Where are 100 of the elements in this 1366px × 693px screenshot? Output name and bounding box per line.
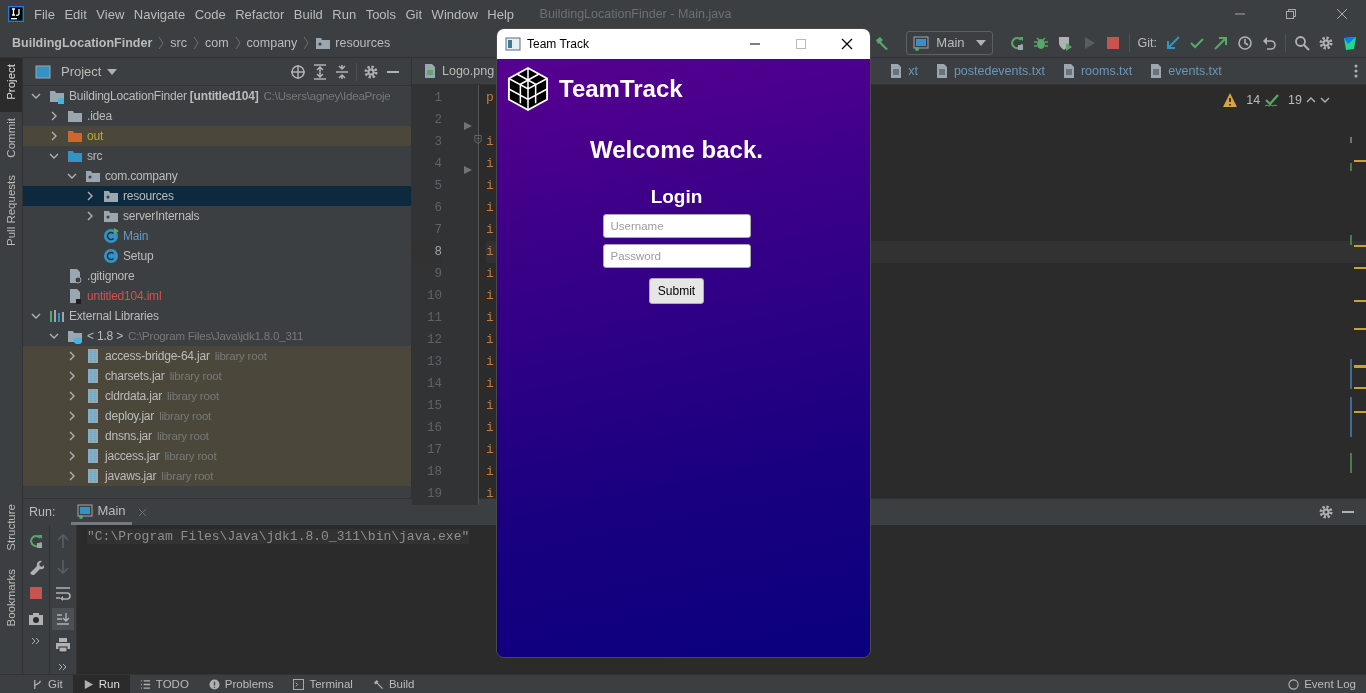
- run-config-dropdown[interactable]: Main: [906, 30, 993, 55]
- arrow-down-left-icon[interactable]: [1165, 34, 1181, 51]
- restore-icon[interactable]: [1285, 8, 1297, 20]
- fold-arrow-icon[interactable]: [464, 166, 472, 174]
- clock-icon[interactable]: [1237, 34, 1253, 51]
- tree-item[interactable]: .idea: [23, 106, 411, 126]
- chevron-down-icon[interactable]: [1320, 95, 1330, 105]
- menu-item[interactable]: Navigate: [133, 6, 186, 22]
- menu-item[interactable]: Help: [487, 6, 515, 22]
- tree-item[interactable]: < 1.8 > C:\Program Files\Java\jdk1.8.0_311: [23, 326, 411, 346]
- tree-item[interactable]: .gitignore: [23, 266, 411, 286]
- submit-button[interactable]: Submit: [648, 278, 705, 304]
- tree-item[interactable]: External Libraries: [23, 306, 411, 326]
- package-folder-icon: [103, 208, 119, 224]
- tool-window-tab[interactable]: Structure: [0, 498, 22, 563]
- settings-icon[interactable]: [363, 63, 379, 80]
- menu-item[interactable]: Window: [431, 6, 478, 22]
- hammer-icon[interactable]: [874, 34, 891, 51]
- settings-icon[interactable]: [1318, 504, 1334, 520]
- event-log-button[interactable]: Event Log: [1278, 675, 1366, 693]
- chevron-up-icon[interactable]: [1306, 95, 1316, 105]
- breadcrumb[interactable]: resources: [335, 35, 391, 50]
- tree-item[interactable]: com.company: [23, 166, 411, 186]
- settings-icon[interactable]: [1318, 34, 1334, 51]
- path-hint: library root: [156, 430, 209, 442]
- scroll-to-end-icon[interactable]: [55, 611, 71, 627]
- tool-window-tab[interactable]: Project: [0, 58, 22, 112]
- search-icon[interactable]: [1294, 34, 1310, 51]
- menu-item[interactable]: Run: [332, 6, 357, 22]
- menu-item[interactable]: Code: [194, 6, 226, 22]
- plugin-logo-icon[interactable]: [1342, 34, 1358, 51]
- close-icon[interactable]: [841, 38, 853, 50]
- tree-item[interactable]: deploy.jar library root: [23, 406, 411, 426]
- print-icon[interactable]: [55, 637, 71, 653]
- tree-item[interactable]: serverInternals: [23, 206, 411, 226]
- tool-window-button[interactable]: Build: [362, 675, 425, 693]
- caret-icon[interactable]: [107, 68, 118, 75]
- menu-item[interactable]: View: [96, 6, 125, 22]
- tree-item[interactable]: dnsns.jar library root: [23, 426, 411, 446]
- expand-all-icon[interactable]: [312, 63, 328, 80]
- tree-item[interactable]: BuildingLocationFinder [untitled104] C:\Users\agney\IdeaProje: [23, 86, 411, 106]
- editor-tab[interactable]: xt: [880, 58, 926, 84]
- code-text: i: [486, 134, 494, 149]
- tree-item[interactable]: access-bridge-64.jar library root: [23, 346, 411, 366]
- breadcrumb[interactable]: BuildingLocationFinder: [12, 35, 153, 50]
- tool-window-button[interactable]: Terminal: [283, 675, 363, 693]
- tree-item[interactable]: Main: [23, 226, 411, 246]
- tree-item[interactable]: Setup: [23, 246, 411, 266]
- menu-item[interactable]: Build: [293, 6, 323, 22]
- breadcrumb[interactable]: com: [204, 35, 229, 50]
- crosshair-icon[interactable]: [290, 63, 306, 80]
- stop-icon[interactable]: [1104, 34, 1121, 51]
- tree-item[interactable]: resources: [23, 186, 411, 206]
- tool-window-tab[interactable]: Commit: [0, 111, 22, 170]
- fold-arrow-icon[interactable]: [464, 122, 472, 130]
- editor-tab[interactable]: postedevents.txt: [925, 58, 1053, 84]
- tool-window-button[interactable]: Run: [72, 675, 130, 693]
- editor-tab[interactable]: events.txt: [1140, 58, 1230, 84]
- warning-icon[interactable]: [1222, 92, 1239, 108]
- more-icon[interactable]: [31, 637, 41, 645]
- editor-tab[interactable]: rooms.txt: [1052, 58, 1141, 84]
- tree-item[interactable]: out: [23, 126, 411, 146]
- tree-item[interactable]: src: [23, 146, 411, 166]
- tool-window-tab[interactable]: Bookmarks: [0, 562, 22, 639]
- menu-item[interactable]: Tools: [365, 6, 396, 22]
- more-icon[interactable]: [1354, 64, 1358, 78]
- list-icon: [139, 678, 151, 690]
- more-icon[interactable]: [58, 663, 68, 671]
- breadcrumb[interactable]: company: [246, 35, 298, 50]
- weak-warning-icon[interactable]: [1264, 92, 1281, 108]
- fold-marker-icon[interactable]: [474, 134, 482, 145]
- tool-window-tab[interactable]: Pull Requests: [0, 169, 22, 259]
- tool-window-button[interactable]: TODO: [129, 675, 199, 693]
- input-field[interactable]: Password: [602, 244, 751, 268]
- input-field[interactable]: Username: [602, 214, 751, 238]
- wrench-icon[interactable]: [28, 559, 44, 575]
- soft-wrap-icon[interactable]: [55, 585, 71, 601]
- menu-item[interactable]: File: [34, 6, 55, 22]
- rerun-icon[interactable]: [1008, 34, 1025, 51]
- tree-item[interactable]: javaws.jar library root: [23, 466, 411, 486]
- shield-icon[interactable]: [1056, 34, 1073, 51]
- panel-title[interactable]: Project: [61, 64, 102, 79]
- camera-icon[interactable]: [28, 611, 44, 627]
- rerun-icon[interactable]: [28, 533, 44, 549]
- path-hint: C:\Users\agney\IdeaProje: [263, 90, 391, 102]
- chevron-down-icon[interactable]: [31, 91, 41, 101]
- breadcrumb[interactable]: src: [170, 35, 187, 50]
- menu-item[interactable]: Refactor: [235, 6, 285, 22]
- stop-icon[interactable]: [28, 585, 44, 601]
- tree-item[interactable]: jaccess.jar library root: [23, 446, 411, 466]
- editor-tab[interactable]: Logo.png: [412, 58, 497, 84]
- tool-window-button[interactable]: Problems: [198, 675, 284, 693]
- menu-item[interactable]: Git: [405, 6, 423, 22]
- collapse-all-icon[interactable]: [334, 63, 350, 80]
- tree-item[interactable]: charsets.jar library root: [23, 366, 411, 386]
- package-folder-icon: [85, 168, 101, 184]
- menu-item[interactable]: Edit: [64, 6, 87, 22]
- tool-window-button[interactable]: Git: [22, 675, 73, 693]
- tree-item[interactable]: cldrdata.jar library root: [23, 386, 411, 406]
- arrow-up-right-icon[interactable]: [1213, 34, 1229, 51]
